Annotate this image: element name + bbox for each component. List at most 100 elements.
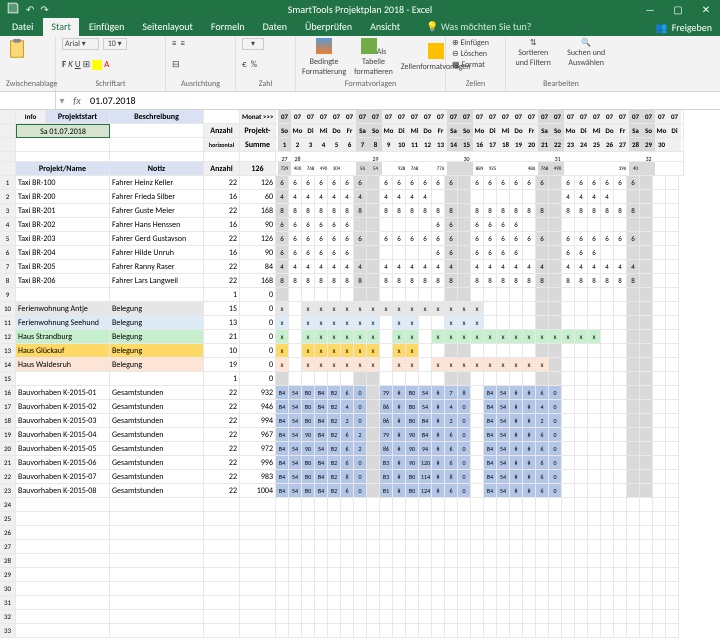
data-cell[interactable] bbox=[653, 386, 666, 400]
day-cell[interactable]: Sa bbox=[356, 124, 369, 137]
data-cell[interactable] bbox=[588, 470, 601, 484]
data-cell[interactable] bbox=[458, 232, 471, 246]
data-cell[interactable]: x bbox=[367, 330, 380, 344]
data-cell[interactable]: 8 bbox=[575, 274, 588, 288]
data-cell[interactable]: 8 bbox=[341, 274, 354, 288]
data-cell[interactable] bbox=[367, 232, 380, 246]
data-cell[interactable] bbox=[627, 386, 640, 400]
data-cell[interactable]: 0 bbox=[549, 470, 562, 484]
data-cell[interactable] bbox=[614, 288, 627, 302]
row-num[interactable]: 14 bbox=[0, 358, 16, 372]
day-cell[interactable]: 07 bbox=[538, 110, 551, 123]
sum-cell[interactable] bbox=[421, 162, 434, 175]
data-cell[interactable]: 86 bbox=[380, 414, 393, 428]
data-cell[interactable] bbox=[510, 344, 523, 358]
data-cell[interactable] bbox=[653, 176, 666, 190]
day-cell[interactable]: Mo bbox=[473, 124, 486, 137]
day-cell[interactable]: 07 bbox=[655, 110, 668, 123]
sum-cell[interactable]: 768 bbox=[304, 162, 317, 175]
data-cell[interactable] bbox=[666, 288, 679, 302]
projektstart-header[interactable]: Projektstart bbox=[46, 110, 110, 124]
summe-cell[interactable]: 168 bbox=[240, 204, 276, 218]
data-cell[interactable]: x bbox=[341, 344, 354, 358]
data-cell[interactable] bbox=[380, 246, 393, 260]
data-cell[interactable]: x bbox=[302, 302, 315, 316]
data-cell[interactable]: 2 bbox=[536, 414, 549, 428]
tab-daten[interactable]: Daten bbox=[255, 17, 295, 36]
data-cell[interactable]: x bbox=[432, 302, 445, 316]
data-cell[interactable] bbox=[653, 330, 666, 344]
data-cell[interactable] bbox=[601, 414, 614, 428]
data-cell[interactable] bbox=[601, 358, 614, 372]
data-cell[interactable] bbox=[640, 190, 653, 204]
data-cell[interactable] bbox=[666, 204, 679, 218]
data-cell[interactable]: 6 bbox=[289, 176, 302, 190]
data-cell[interactable] bbox=[289, 330, 302, 344]
day-cell[interactable]: Mi bbox=[408, 124, 421, 137]
data-cell[interactable] bbox=[614, 484, 627, 498]
data-cell[interactable] bbox=[432, 344, 445, 358]
data-cell[interactable] bbox=[601, 470, 614, 484]
data-cell[interactable]: x bbox=[276, 358, 289, 372]
data-cell[interactable]: 4 bbox=[354, 190, 367, 204]
data-cell[interactable]: 8 bbox=[302, 274, 315, 288]
data-cell[interactable] bbox=[575, 372, 588, 386]
data-cell[interactable]: 4 bbox=[575, 190, 588, 204]
data-cell[interactable]: 90 bbox=[302, 442, 315, 456]
summe-cell[interactable]: 0 bbox=[240, 302, 276, 316]
row-num[interactable]: 1 bbox=[0, 176, 16, 190]
day-cell[interactable]: 18 bbox=[499, 138, 512, 151]
row-num[interactable]: 8 bbox=[0, 274, 16, 288]
data-cell[interactable] bbox=[419, 372, 432, 386]
data-cell[interactable] bbox=[575, 218, 588, 232]
row-num[interactable]: 28 bbox=[0, 554, 16, 568]
data-cell[interactable]: 7 bbox=[445, 386, 458, 400]
data-cell[interactable]: 79 bbox=[380, 386, 393, 400]
sort-button[interactable]: ⇅Sortieren und Filtern bbox=[512, 38, 554, 68]
sum-cell[interactable]: 490 bbox=[551, 162, 564, 175]
data-cell[interactable] bbox=[497, 344, 510, 358]
tab-datei[interactable]: Datei bbox=[4, 17, 41, 36]
data-cell[interactable] bbox=[614, 246, 627, 260]
data-cell[interactable]: 4 bbox=[406, 260, 419, 274]
data-cell[interactable]: x bbox=[406, 302, 419, 316]
data-cell[interactable]: # bbox=[523, 470, 536, 484]
data-cell[interactable] bbox=[666, 400, 679, 414]
redo-icon[interactable]: ↷ bbox=[40, 3, 48, 16]
data-cell[interactable]: 4 bbox=[588, 190, 601, 204]
data-cell[interactable]: 4 bbox=[276, 260, 289, 274]
day-cell[interactable]: 07 bbox=[291, 110, 304, 123]
day-cell[interactable]: 07 bbox=[486, 110, 499, 123]
summe-cell[interactable]: 0 bbox=[240, 372, 276, 386]
data-cell[interactable] bbox=[536, 344, 549, 358]
data-cell[interactable] bbox=[458, 288, 471, 302]
data-cell[interactable]: B4 bbox=[315, 456, 328, 470]
anzahl-cell[interactable]: 22 bbox=[204, 386, 240, 400]
data-cell[interactable]: 4 bbox=[510, 260, 523, 274]
data-cell[interactable]: x bbox=[523, 330, 536, 344]
data-cell[interactable] bbox=[367, 176, 380, 190]
data-cell[interactable] bbox=[627, 372, 640, 386]
data-cell[interactable] bbox=[562, 428, 575, 442]
day-cell[interactable]: 19 bbox=[512, 138, 525, 151]
day-cell[interactable]: 07 bbox=[499, 110, 512, 123]
summe-cell[interactable]: 90 bbox=[240, 246, 276, 260]
project-name[interactable] bbox=[16, 288, 110, 302]
data-cell[interactable]: 4 bbox=[588, 260, 601, 274]
data-cell[interactable]: x bbox=[471, 330, 484, 344]
data-cell[interactable]: 8 bbox=[588, 274, 601, 288]
data-cell[interactable]: 4 bbox=[315, 260, 328, 274]
data-cell[interactable] bbox=[640, 428, 653, 442]
data-cell[interactable]: x bbox=[445, 330, 458, 344]
data-cell[interactable]: 4 bbox=[354, 260, 367, 274]
data-cell[interactable]: x bbox=[302, 344, 315, 358]
data-cell[interactable] bbox=[458, 344, 471, 358]
day-cell[interactable]: Fr bbox=[525, 124, 538, 137]
data-cell[interactable] bbox=[406, 372, 419, 386]
data-cell[interactable]: B4 bbox=[315, 414, 328, 428]
project-name[interactable]: Taxi BR-202 bbox=[16, 218, 110, 232]
data-cell[interactable] bbox=[575, 442, 588, 456]
data-cell[interactable]: 6 bbox=[341, 456, 354, 470]
summe-cell[interactable]: 996 bbox=[240, 456, 276, 470]
data-cell[interactable] bbox=[562, 400, 575, 414]
